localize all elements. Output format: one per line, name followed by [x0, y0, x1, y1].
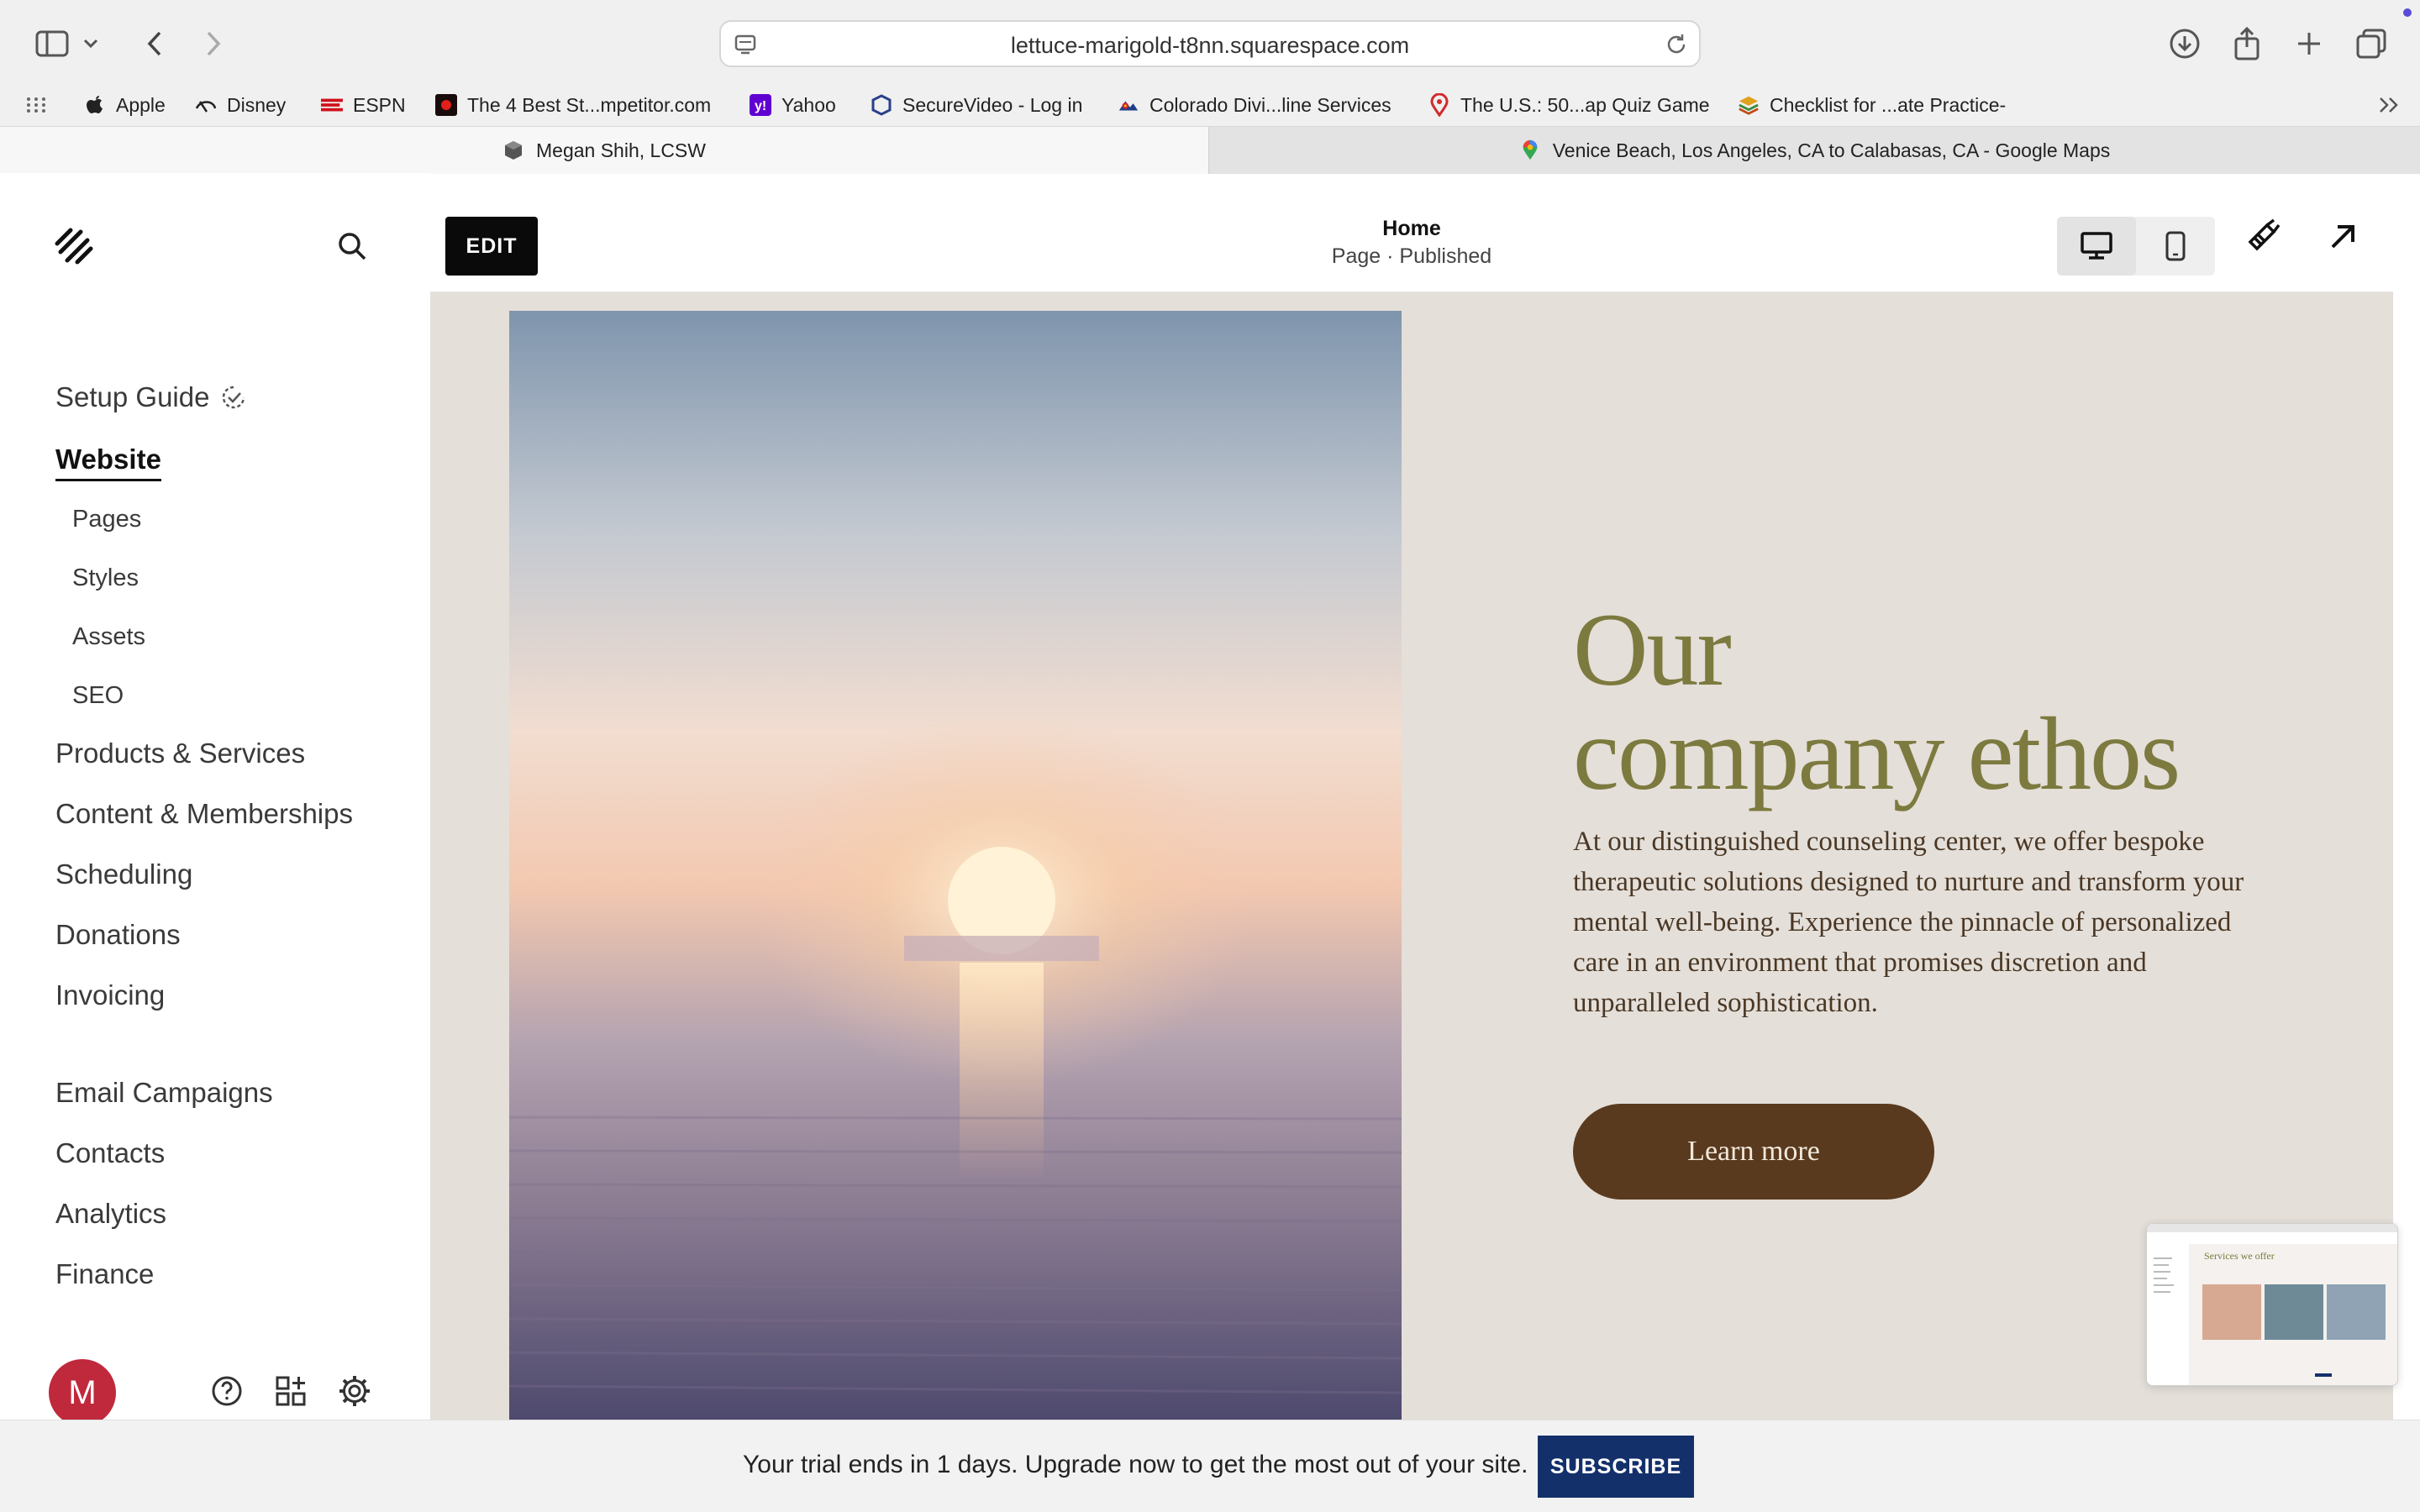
bookmarks-bar: Apple Disney ESPN The 4 Best St...mpetit…: [0, 86, 2420, 126]
more-bookmarks-icon[interactable]: [2378, 89, 2402, 121]
google-maps-icon: [1523, 139, 1538, 160]
search-icon[interactable]: [336, 230, 368, 262]
device-toggle: [2057, 217, 2215, 276]
hero-sunset-image[interactable]: [509, 311, 1402, 1420]
bookmark-label: Checklist for ...ate Practice-: [1770, 93, 2007, 116]
address-bar[interactable]: lettuce-marigold-t8nn.squarespace.com: [719, 20, 1701, 67]
page-editor: EDIT Home Page · Published Our company e…: [430, 200, 2398, 1420]
svg-text:y!: y!: [755, 99, 766, 113]
downloads-icon[interactable]: [2163, 22, 2207, 66]
trial-banner: Your trial ends in 1 days. Upgrade now t…: [0, 1420, 2420, 1512]
bookmark-label: Colorado Divi...line Services: [1150, 93, 1392, 116]
notification-dot: [2403, 8, 2412, 17]
map-pin-icon: [1428, 93, 1450, 117]
tab-overview-icon[interactable]: [2349, 22, 2393, 66]
hero-body-text: At our distinguished counseling center, …: [1573, 827, 2244, 1018]
chevron-down-icon[interactable]: [76, 22, 106, 66]
tab-megan-shih[interactable]: Megan Shih, LCSW: [0, 127, 1208, 174]
browser-chrome: lettuce-marigold-t8nn.squarespace.com Ap…: [0, 0, 2420, 174]
settings-gear-icon[interactable]: [338, 1374, 371, 1408]
thumbnail-caption: Services we offer: [2204, 1250, 2275, 1262]
sidebar-item-label: Setup Guide: [55, 381, 210, 412]
bookmark-label: Disney: [227, 93, 287, 116]
sidebar-item-donations[interactable]: Donations: [55, 919, 181, 951]
sidebar-item-products-services[interactable]: Products & Services: [55, 738, 305, 769]
sidebar-item-setup-guide[interactable]: Setup Guide: [55, 381, 246, 413]
browser-toolbar: lettuce-marigold-t8nn.squarespace.com: [0, 0, 2420, 86]
bookmark-label: ESPN: [353, 93, 406, 116]
page-preview-thumbnail[interactable]: Services we offer: [2146, 1223, 2398, 1386]
site-icon: [435, 94, 457, 116]
site-cube-icon: [505, 141, 522, 160]
trial-message: Your trial ends in 1 days. Upgrade now t…: [743, 1451, 1528, 1478]
bookmark-label: Apple: [116, 93, 166, 116]
bookmark-colorado[interactable]: Colorado Divi...line Services: [1118, 89, 1392, 121]
hero-heading: Our company ethos: [1573, 598, 2329, 806]
tab-google-maps[interactable]: Venice Beach, Los Angeles, CA to Calabas…: [1208, 127, 2420, 174]
forward-icon[interactable]: [192, 22, 235, 66]
hero-heading-line: company ethos: [1573, 696, 2181, 811]
share-icon[interactable]: [2225, 22, 2269, 66]
desktop-view-icon[interactable]: [2057, 217, 2136, 276]
securevideo-icon: [871, 94, 892, 116]
hero-heading-line: Our: [1573, 592, 1732, 707]
bookmark-yahoo[interactable]: y! Yahoo: [750, 89, 836, 121]
colorado-icon: [1118, 94, 1139, 116]
bookmark-checklist[interactable]: Checklist for ...ate Practice-: [1738, 89, 2006, 121]
espn-icon: [321, 94, 343, 116]
url-text: lettuce-marigold-t8nn.squarespace.com: [1010, 33, 1410, 58]
sidebar-item-email-campaigns[interactable]: Email Campaigns: [55, 1077, 273, 1109]
sidebar-item-analytics[interactable]: Analytics: [55, 1198, 166, 1230]
disney-icon: [195, 94, 217, 116]
avatar[interactable]: M: [49, 1359, 116, 1426]
bookmark-us-quiz[interactable]: The U.S.: 50...ap Quiz Game: [1428, 89, 1710, 121]
design-brush-icon[interactable]: [2245, 217, 2282, 254]
setup-progress-icon: [223, 386, 245, 409]
learn-more-button[interactable]: Learn more: [1573, 1104, 1934, 1200]
bookmark-apple[interactable]: Apple: [84, 89, 166, 121]
apple-icon: [84, 94, 106, 116]
editor-toolbar: EDIT Home Page · Published: [430, 200, 2393, 292]
bookmark-4-best[interactable]: The 4 Best St...mpetitor.com: [435, 89, 711, 121]
sidebar-item-seo[interactable]: SEO: [72, 682, 124, 710]
bookmark-label: The U.S.: 50...ap Quiz Game: [1460, 93, 1710, 116]
back-icon[interactable]: [133, 22, 176, 66]
sidebar-footer: M: [0, 1359, 430, 1426]
tab-label: Megan Shih, LCSW: [536, 139, 706, 161]
open-site-arrow-icon[interactable]: [2326, 220, 2360, 254]
subscribe-button[interactable]: SUBSCRIBE: [1538, 1436, 1694, 1498]
reload-icon[interactable]: [1664, 32, 1689, 57]
new-tab-icon[interactable]: [2287, 22, 2331, 66]
sidebar-item-contacts[interactable]: Contacts: [55, 1137, 165, 1169]
checklist-icon: [1738, 94, 1760, 116]
bookmark-disney[interactable]: Disney: [195, 89, 286, 121]
sidebar-toggle-icon[interactable]: [30, 22, 74, 66]
sidebar-item-pages[interactable]: Pages: [72, 506, 141, 533]
bookmarks-grid-icon[interactable]: [25, 89, 47, 121]
bookmark-label: The 4 Best St...mpetitor.com: [467, 93, 712, 116]
bookmark-securevideo[interactable]: SecureVideo - Log in: [871, 89, 1082, 121]
sidebar-item-invoicing[interactable]: Invoicing: [55, 979, 165, 1011]
bookmark-label: Yahoo: [781, 93, 836, 116]
sidebar-item-styles[interactable]: Styles: [72, 564, 139, 592]
mobile-view-icon[interactable]: [2136, 217, 2215, 276]
sidebar-item-content-memberships[interactable]: Content & Memberships: [55, 798, 353, 830]
sidebar-item-finance[interactable]: Finance: [55, 1258, 154, 1290]
bookmark-espn[interactable]: ESPN: [321, 89, 406, 121]
tab-bar: Megan Shih, LCSW Venice Beach, Los Angel…: [0, 126, 2420, 174]
apps-icon[interactable]: [274, 1374, 308, 1408]
sidebar-item-website[interactable]: Website: [55, 444, 161, 481]
sidebar-item-assets[interactable]: Assets: [72, 623, 145, 651]
sidebar-item-scheduling[interactable]: Scheduling: [55, 858, 192, 890]
bookmark-label: SecureVideo - Log in: [902, 93, 1083, 116]
yahoo-icon: y!: [750, 94, 771, 116]
squarespace-logo[interactable]: [52, 227, 96, 265]
help-icon[interactable]: [210, 1374, 244, 1408]
tab-label: Venice Beach, Los Angeles, CA to Calabas…: [1552, 139, 2111, 161]
sidebar: Setup Guide Website Pages Styles Assets …: [0, 173, 430, 1426]
